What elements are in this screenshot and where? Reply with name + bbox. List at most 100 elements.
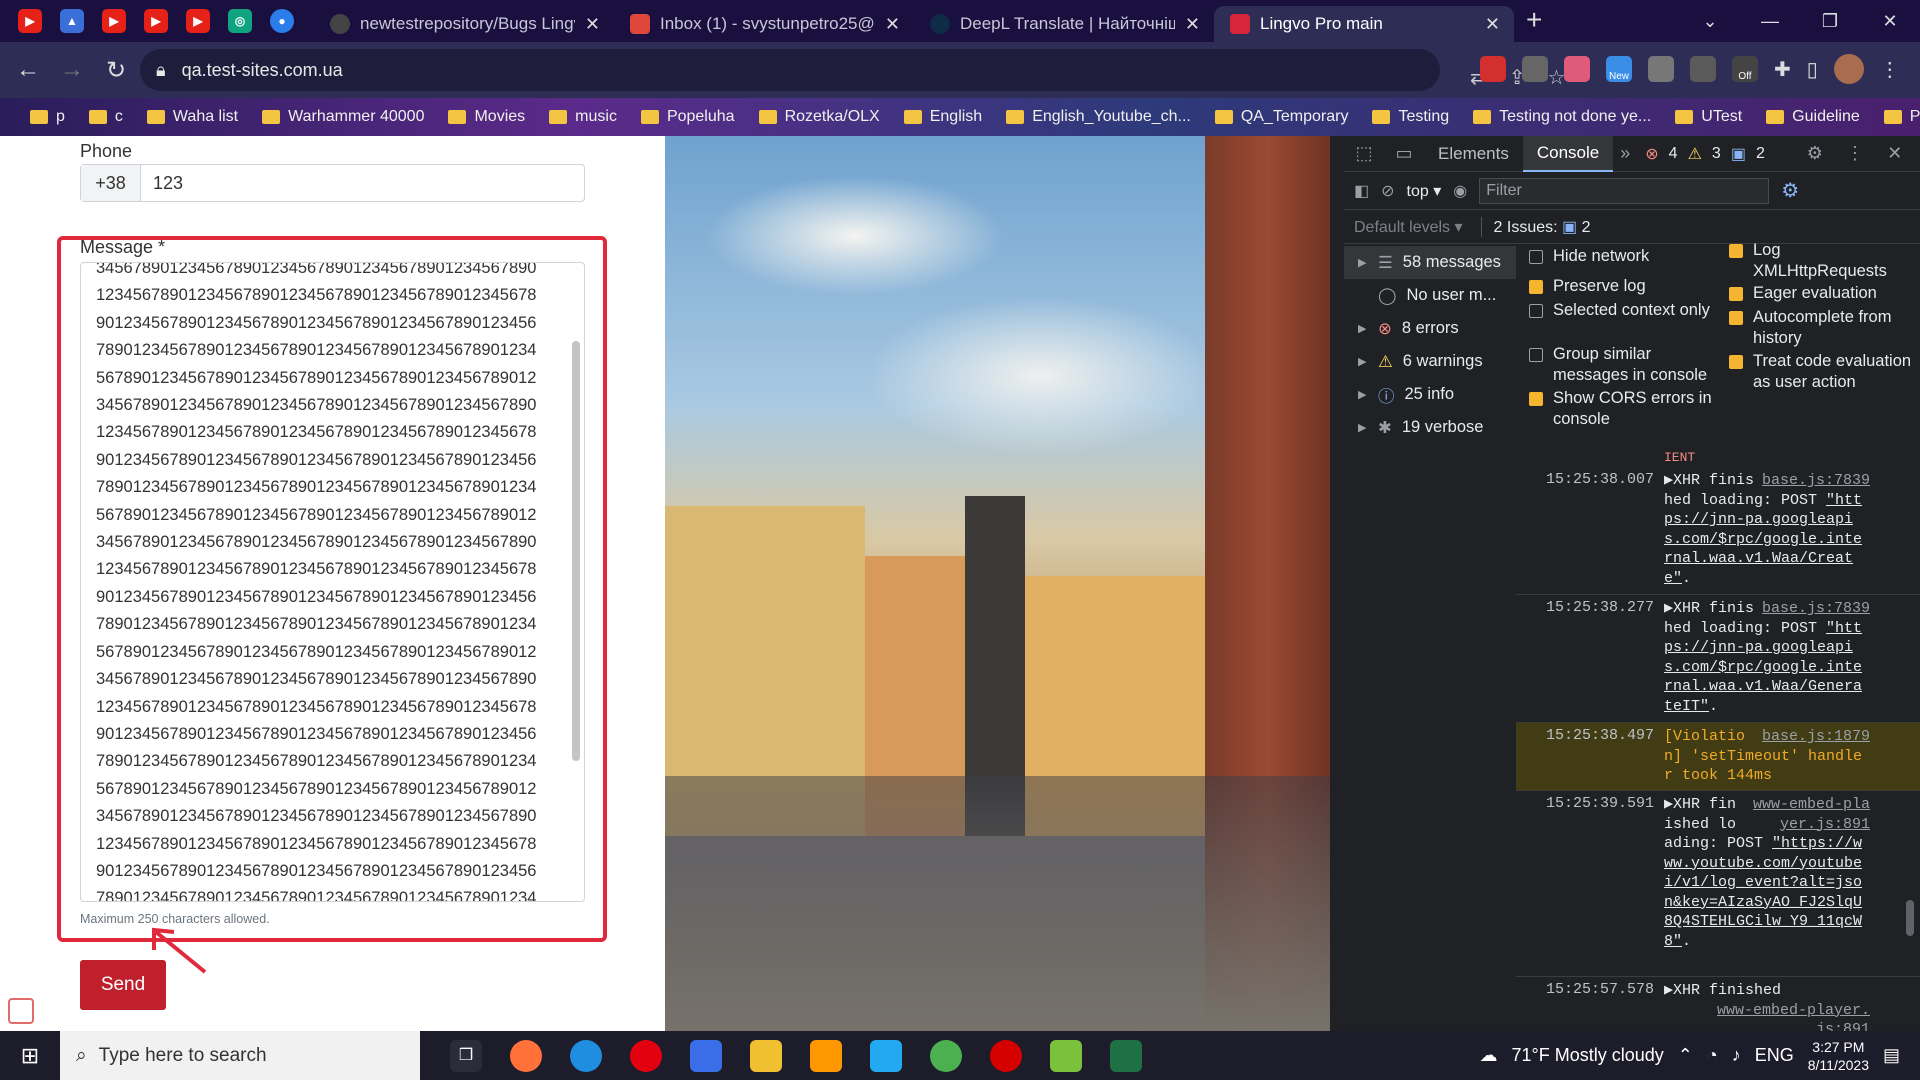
puzzle-extensions-icon[interactable]: ✚ (1774, 57, 1791, 82)
log-entry[interactable]: 15:25:38.007 base.js:7839 ▶XHR finished l… (1516, 467, 1920, 595)
default-levels-dropdown[interactable]: Default levels ▾ (1354, 217, 1463, 237)
setting-eager-evaluation[interactable]: Eager evaluation (1729, 283, 1917, 304)
kebab-menu-icon[interactable]: ⋮ (1880, 57, 1900, 82)
youtube-pinned-tab-icon[interactable]: ▶ (144, 9, 168, 33)
setting-log-xhr[interactable]: Log XMLHttpRequests (1729, 240, 1917, 282)
checkbox[interactable] (1529, 280, 1543, 294)
setting-show-cors[interactable]: Show CORS errors in console (1529, 388, 1714, 430)
console-filter-input[interactable]: Filter (1479, 177, 1770, 204)
eye-icon[interactable]: ◉ (1453, 181, 1467, 201)
log-url-link[interactable]: "https://www.youtube.com/youtubei/v1/log… (1664, 835, 1862, 950)
setting-autocomplete[interactable]: Autocomplete from history (1729, 307, 1917, 349)
pinned-app-icon[interactable]: ▲ (60, 9, 84, 33)
sidebar-toggle-icon[interactable]: ◧ (1354, 181, 1369, 201)
checkbox[interactable] (1729, 355, 1743, 369)
taskbar-search-box[interactable]: ⌕ Type here to search (60, 1031, 420, 1080)
laravel-logo-icon[interactable] (8, 998, 34, 1024)
device-toolbar-icon[interactable]: ▭ (1384, 143, 1424, 164)
youtube-pinned-tab-icon[interactable]: ▶ (18, 9, 42, 33)
checkbox[interactable] (1729, 311, 1743, 325)
vscode-icon[interactable] (870, 1039, 902, 1072)
bookmark-item[interactable]: Warhammer 40000 (252, 108, 434, 126)
youtube-pinned-tab-icon[interactable]: ▶ (102, 9, 126, 33)
log-entry[interactable]: 15:25:39.591 www-embed-player.js:891 ▶XHR… (1516, 791, 1920, 977)
color-extension-icon[interactable] (1564, 56, 1590, 82)
reload-icon[interactable]: ↻ (94, 56, 138, 85)
bookmark-item[interactable]: music (539, 108, 627, 126)
checkbox[interactable] (1729, 287, 1743, 301)
task-view-icon[interactable]: ❒ (450, 1039, 482, 1072)
bookmark-item[interactable]: c (79, 108, 133, 126)
sidebar-item-user-messages[interactable]: ◯ No user m... (1344, 279, 1516, 312)
tab-console[interactable]: Console (1522, 135, 1614, 172)
gitkraken-icon[interactable] (1050, 1039, 1082, 1072)
message-textarea[interactable]: 3456789012345678901234567890123456789012… (80, 262, 585, 902)
bookmark-item[interactable]: Popeluha (631, 108, 745, 126)
setting-selected-context[interactable]: Selected context only (1529, 300, 1714, 321)
new-extension-icon[interactable]: New (1606, 56, 1632, 82)
tab-gmail[interactable]: Inbox (1) - svystunpetro25@gma ✕ (614, 6, 914, 42)
close-window-icon[interactable]: ✕ (1860, 11, 1920, 32)
sublime-text-icon[interactable] (810, 1039, 842, 1072)
extension-shield-icon[interactable] (1480, 56, 1506, 82)
clear-console-icon[interactable]: ⊘ (1381, 181, 1394, 201)
setting-treat-code-eval[interactable]: Treat code evaluation as user action (1729, 351, 1917, 393)
checkbox[interactable] (1529, 348, 1543, 362)
language-indicator[interactable]: ENG (1755, 1045, 1794, 1066)
devtools-counters[interactable]: ⊗ 4 ⚠ 3 ▣ 2 (1645, 144, 1765, 164)
clock[interactable]: 3:27 PM 8/11/2023 (1808, 1038, 1869, 1074)
send-button[interactable]: Send (80, 960, 166, 1010)
forward-icon[interactable]: → (50, 56, 94, 84)
close-tab-icon[interactable]: ✕ (1185, 14, 1200, 35)
setting-group-similar[interactable]: Group similar messages in console (1529, 344, 1714, 386)
tab-search-icon[interactable]: ⌄ (1680, 11, 1740, 32)
excel-icon[interactable] (1110, 1039, 1142, 1072)
bookmark-item[interactable]: English_Youtube_ch... (996, 108, 1201, 126)
log-source-link[interactable]: www-embed-player.js:891 (1750, 795, 1870, 834)
side-panel-icon[interactable]: ▯ (1807, 57, 1818, 82)
bookmark-item[interactable]: p (20, 108, 75, 126)
camera-extension-icon[interactable] (1522, 56, 1548, 82)
context-select[interactable]: top ▾ (1407, 181, 1442, 201)
minimize-icon[interactable]: — (1740, 11, 1800, 32)
back-icon[interactable]: ← (6, 56, 50, 84)
issues-link[interactable]: 2 Issues: ▣ 2 (1480, 216, 1591, 237)
notifications-icon[interactable]: ▤ (1883, 1045, 1900, 1066)
log-source-link[interactable]: base.js:7839 (1762, 599, 1870, 619)
checkbox[interactable] (1529, 392, 1543, 406)
store-icon[interactable] (690, 1039, 722, 1072)
phone-input[interactable]: 123 (141, 165, 183, 201)
close-tab-icon[interactable]: ✕ (585, 14, 600, 35)
console-settings-gear-icon[interactable]: ⚙ (1781, 178, 1799, 203)
file-explorer-icon[interactable] (750, 1039, 782, 1072)
settings-gear-icon[interactable]: ⚙ (1795, 143, 1835, 164)
firefox-icon[interactable] (510, 1039, 542, 1072)
volume-icon[interactable]: ♪ (1732, 1045, 1741, 1066)
weather-text[interactable]: 71°F Mostly cloudy (1511, 1045, 1663, 1066)
bookmark-item[interactable]: Rozetka/OLX (749, 108, 890, 126)
chatgpt-pinned-tab-icon[interactable]: ◎ (228, 9, 252, 33)
sidebar-item-messages[interactable]: ▶ ☰ 58 messages (1344, 246, 1516, 279)
setting-preserve-log[interactable]: Preserve log (1529, 276, 1714, 297)
close-devtools-icon[interactable]: ✕ (1875, 143, 1915, 164)
sidebar-item-info[interactable]: ▶ ⓘ 25 info (1344, 378, 1516, 411)
record-icon[interactable] (990, 1039, 1022, 1072)
avatar[interactable] (1833, 54, 1864, 84)
log-entry-violation[interactable]: 15:25:38.497 base.js:1879 [Violation] 'se… (1516, 723, 1920, 791)
network-icon[interactable]: ◔ (1707, 1045, 1718, 1066)
close-tab-icon[interactable]: ✕ (1485, 14, 1500, 35)
checkbox[interactable] (1529, 250, 1543, 264)
bookmark-item[interactable]: QA_Temporary (1205, 108, 1359, 126)
bookmark-item[interactable]: Movies (438, 108, 535, 126)
bookmark-item[interactable]: Guideline (1756, 108, 1870, 126)
edge-icon[interactable] (570, 1039, 602, 1072)
log-entry[interactable]: 15:25:57.578 ▶XHR finished www-embed-play… (1516, 977, 1920, 1031)
windows-start-icon[interactable]: ⊞ (0, 1043, 60, 1069)
checkbox[interactable] (1729, 244, 1743, 258)
chrome-icon[interactable] (930, 1039, 962, 1072)
extension-icon[interactable] (1648, 56, 1674, 82)
bookmark-item[interactable]: PayPal (1874, 108, 1920, 126)
off-extension-icon[interactable]: Off (1732, 56, 1758, 82)
bookmark-item[interactable]: English (894, 108, 992, 126)
tab-lingvo-pro[interactable]: Lingvo Pro main ✕ (1214, 6, 1514, 42)
